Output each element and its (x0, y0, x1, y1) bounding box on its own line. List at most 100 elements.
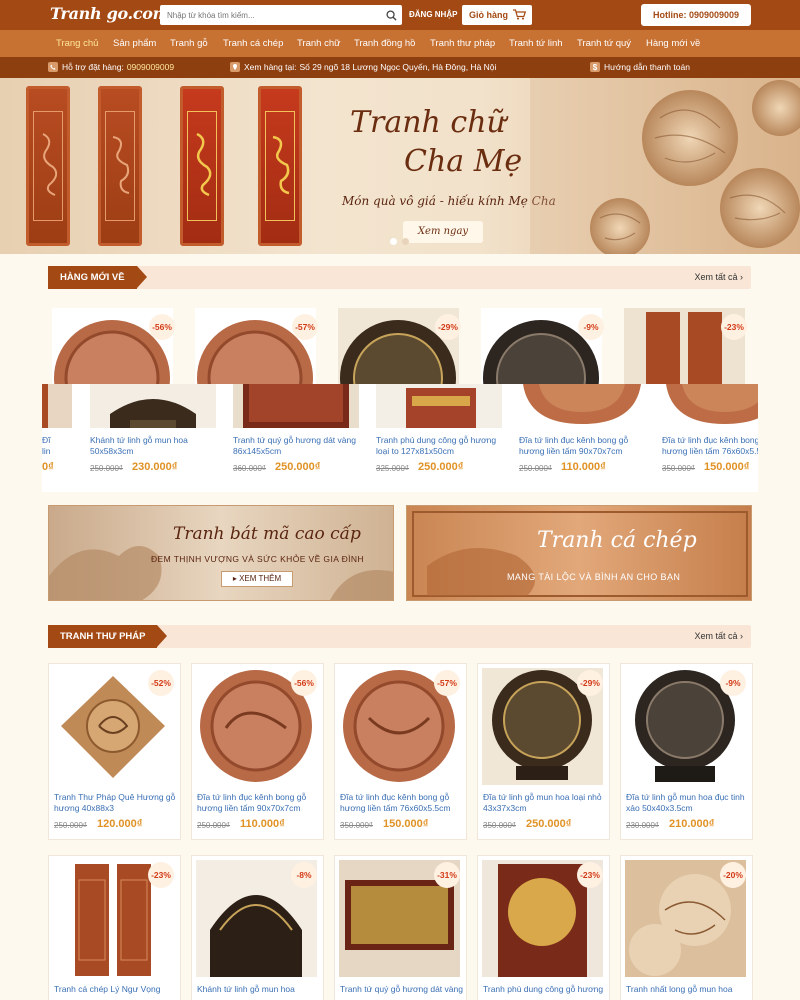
hero-banner[interactable]: Tranh chữ Cha Mẹ Món quà vô giá - hiếu k… (0, 78, 800, 254)
payment-info[interactable]: $ Hướng dẫn thanh toán (590, 62, 690, 72)
product-name[interactable]: Đĩa tứ linh gỗ mun hoa đục tinh xảo 50x4… (626, 792, 751, 814)
product-name[interactable]: Tranh Thư Pháp Quê Hương gỗ hương 40x88x… (54, 792, 179, 814)
banner-cta-button[interactable]: Xem ngay (403, 221, 483, 243)
search-icon[interactable] (380, 5, 402, 25)
nav-item-wood[interactable]: Tranh gỗ (170, 38, 208, 49)
product-name[interactable]: Khánh tứ linh gỗ mun hoa (197, 984, 322, 995)
discount-badge: -8% (291, 862, 317, 888)
discount-badge: -56% (291, 670, 317, 696)
old-price: 250.000₫ (54, 821, 88, 830)
product-name[interactable]: Đĩa tứ linh đục kênh bong gỗ hương liền … (662, 435, 758, 457)
old-price: 360.000₫ (233, 464, 267, 473)
product-card[interactable]: Đĩ lin 0₫ (36, 384, 72, 480)
promo-banner-carp[interactable]: Tranh cá chép MANG TÀI LỘC VÀ BÌNH AN CH… (406, 505, 752, 601)
old-price: 250.000₫ (90, 464, 124, 473)
product-card[interactable]: -56% Đĩa tứ linh đục kênh bong gỗ hương … (191, 663, 324, 840)
wood-carving-image (530, 78, 800, 254)
price: 150.000₫ (383, 818, 429, 830)
carved-panel-image (98, 86, 142, 246)
promo-title: Tranh bát mã cao cấp (173, 524, 361, 544)
product-name[interactable]: Tranh tứ quý gỗ hương dát vàng 86x145x5c… (233, 435, 361, 457)
nav-item-calligraphy[interactable]: Tranh thư pháp (430, 38, 495, 49)
price: 110.000₫ (561, 461, 606, 473)
carousel-dot[interactable] (402, 238, 409, 245)
main-nav: Trang chủ Sản phẩm Tranh gỗ Tranh cá ché… (0, 30, 800, 57)
discount-badge: -29% (577, 670, 603, 696)
product-card[interactable]: Đĩa tứ linh đục kênh bong gỗ hương liền … (513, 384, 653, 480)
product-card[interactable]: -29% Đĩa tứ linh gỗ mun hoa loại nhỏ 43x… (477, 663, 610, 840)
hotline-button[interactable]: Hotline: 0909009009 (641, 4, 751, 26)
discount-badge: -20% (720, 862, 746, 888)
old-price: 250.000₫ (519, 464, 553, 473)
search-box (160, 5, 402, 25)
price: 210.000₫ (669, 818, 715, 830)
carousel-dot-active[interactable] (390, 238, 397, 245)
discount-badge: -23% (721, 314, 747, 340)
product-card[interactable]: -8% Khánh tứ linh gỗ mun hoa (191, 855, 324, 1000)
price: 110.000₫ (240, 818, 285, 830)
product-card[interactable]: -20% Tranh nhất long gỗ mun hoa (620, 855, 753, 1000)
price: 250.000₫ (526, 818, 572, 830)
promo-subtitle: MANG TÀI LỘC VÀ BÌNH AN CHO BẠN (507, 572, 681, 582)
product-name[interactable]: Tranh nhất long gỗ mun hoa (626, 984, 751, 995)
see-all-link[interactable]: Xem tất cả › (694, 272, 743, 282)
product-card[interactable]: -9% (477, 305, 610, 388)
location-icon (230, 62, 240, 72)
nav-item-products[interactable]: Sản phẩm (113, 38, 156, 49)
store-label: Xem hàng tại: (244, 62, 297, 72)
product-name[interactable]: Tranh phú dung công gỗ hương loại to 127… (376, 435, 504, 457)
product-card[interactable]: Đĩa tứ linh đục kênh bong gỗ hương liền … (656, 384, 758, 480)
nav-item-new[interactable]: Hàng mới về (646, 38, 700, 49)
product-name[interactable]: Đĩa tứ linh đục kênh bong gỗ hương liền … (197, 792, 322, 814)
product-name[interactable]: Đĩa tứ linh đục kênh bong gỗ hương liền … (340, 792, 465, 814)
discount-badge: -23% (577, 862, 603, 888)
nav-item-four-seasons[interactable]: Tranh tứ quý (577, 38, 631, 49)
product-name[interactable]: Đĩa tứ linh gỗ mun hoa loại nhỏ 43x37x3c… (483, 792, 608, 814)
product-card[interactable]: -52% Tranh Thư Pháp Quê Hương gỗ hương 4… (48, 663, 181, 840)
nav-item-carp[interactable]: Tranh cá chép (223, 38, 283, 49)
product-card[interactable]: Tranh phú dung công gỗ hương loại to 127… (370, 384, 510, 480)
product-card[interactable]: -23% Tranh phù dung công gỗ hương (477, 855, 610, 1000)
login-link[interactable]: ĐĂNG NHẬP (409, 10, 457, 19)
product-card[interactable]: -56% (48, 305, 181, 388)
info-bar: Hỗ trợ đặt hàng: 0909009009 Xem hàng tại… (0, 57, 800, 78)
cart-button[interactable]: Giỏ hàng (462, 5, 532, 25)
promo-title: Tranh cá chép (537, 528, 697, 553)
nav-item-four-sacred[interactable]: Tranh tứ linh (509, 38, 563, 49)
price: 250.000₫ (418, 461, 464, 473)
product-name[interactable]: Tranh cá chép Lý Ngư Vọng (54, 984, 179, 995)
product-card[interactable]: -9% Đĩa tứ linh gỗ mun hoa đục tinh xảo … (620, 663, 753, 840)
product-card[interactable]: -57% Đĩa tứ linh đục kênh bong gỗ hương … (334, 663, 467, 840)
product-name[interactable]: Tranh phù dung công gỗ hương (483, 984, 608, 995)
price: 120.000₫ (97, 818, 143, 830)
product-name[interactable]: Đĩa tứ linh đục kênh bong gỗ hương liền … (519, 435, 647, 457)
see-more-button[interactable]: ▸ XEM THÊM (221, 571, 293, 587)
nav-item-letters[interactable]: Tranh chữ (297, 38, 341, 49)
see-all-link[interactable]: Xem tất cả › (694, 631, 743, 641)
old-price: 230.000₫ (626, 821, 660, 830)
section-header-calligraphy: TRANH THƯ PHÁP Xem tất cả › (48, 625, 751, 648)
product-card[interactable]: -23% (620, 305, 753, 388)
product-card[interactable]: -57% (191, 305, 324, 388)
payment-guide-link[interactable]: Hướng dẫn thanh toán (604, 62, 690, 72)
support-phone[interactable]: 0909009009 (127, 62, 174, 72)
product-name[interactable]: Đĩ lin (42, 435, 74, 457)
search-input[interactable] (160, 5, 380, 25)
product-card[interactable]: -29% (334, 305, 467, 388)
old-price: 325.000₫ (376, 464, 410, 473)
nav-item-clock[interactable]: Tranh đồng hồ (354, 38, 415, 49)
product-card[interactable]: -23% Tranh cá chép Lý Ngư Vọng (48, 855, 181, 1000)
product-card[interactable]: -31% Tranh tứ quý gỗ hương dát vàng (334, 855, 467, 1000)
product-name[interactable]: Khánh tứ linh gỗ mun hoa 50x58x3cm (90, 435, 218, 457)
discount-badge: -52% (148, 670, 174, 696)
old-price: 250.000₫ (197, 821, 231, 830)
product-card[interactable]: Khánh tứ linh gỗ mun hoa 50x58x3cm 250.0… (84, 384, 224, 480)
product-card[interactable]: Tranh tứ quý gỗ hương dát vàng 86x145x5c… (227, 384, 367, 480)
promo-banner-horses[interactable]: Tranh bát mã cao cấp ĐEM THỊNH VƯỢNG VÀ … (48, 505, 394, 601)
nav-item-home[interactable]: Trang chủ (56, 38, 98, 49)
discount-badge: -9% (578, 314, 604, 340)
product-name[interactable]: Tranh tứ quý gỗ hương dát vàng (340, 984, 465, 995)
dollar-icon: $ (590, 62, 600, 72)
section-title: HÀNG MỚI VỀ (48, 266, 147, 289)
store-info: Xem hàng tại: Số 29 ngõ 18 Lương Ngọc Qu… (230, 62, 496, 72)
